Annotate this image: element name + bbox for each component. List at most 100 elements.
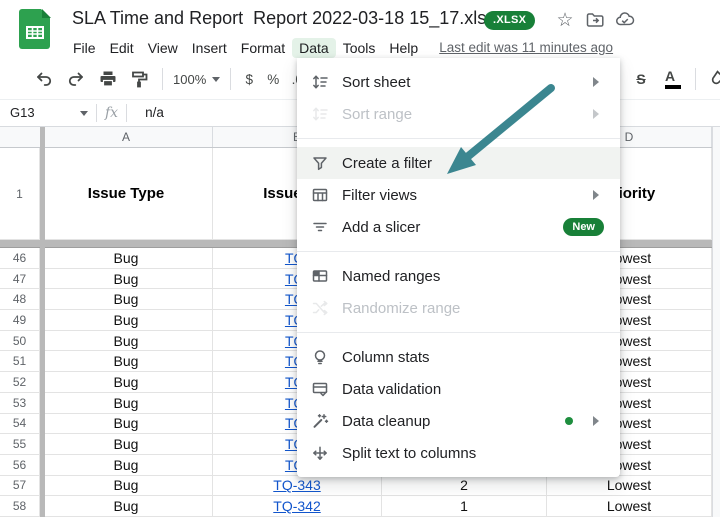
select-all-corner[interactable] [0, 127, 40, 147]
menubar-item-file[interactable]: File [66, 38, 103, 58]
menu-item-filter-views[interactable]: Filter views [297, 179, 620, 211]
sheets-logo-icon[interactable] [18, 8, 51, 55]
cloud-saved-icon[interactable] [614, 9, 636, 31]
toolbar-divider [695, 68, 696, 90]
cell[interactable]: Bug [40, 310, 213, 330]
row-number[interactable]: 56 [0, 455, 40, 475]
menu-item-create-a-filter[interactable]: Create a filter [297, 147, 620, 179]
cell[interactable]: Bug [40, 496, 213, 516]
row-number[interactable]: 46 [0, 248, 40, 268]
move-folder-icon[interactable] [584, 9, 606, 31]
cell[interactable]: Bug [40, 289, 213, 309]
row-number[interactable]: 50 [0, 331, 40, 351]
cell[interactable]: Issue Type [40, 148, 213, 239]
filter-icon [311, 154, 329, 172]
shuffle-icon [311, 299, 329, 317]
cell[interactable]: TQ-343 [213, 476, 382, 496]
menu-item-label: Sort range [342, 106, 585, 123]
row-number[interactable]: 47 [0, 269, 40, 289]
table-row: 58Bug TQ-342 1Lowest [0, 496, 712, 517]
hidden-columns-bar [40, 127, 45, 517]
menubar-item-help[interactable]: Help [382, 38, 425, 58]
cell[interactable]: Bug [40, 248, 213, 268]
column-header-a[interactable]: A [40, 127, 213, 147]
last-edit-link[interactable]: Last edit was 11 minutes ago [439, 40, 613, 55]
fill-color-icon[interactable] [705, 66, 720, 92]
cell[interactable]: Lowest [547, 476, 712, 496]
issue-key-link[interactable]: TQ-343 [273, 477, 320, 493]
row-number[interactable]: 48 [0, 289, 40, 309]
cell[interactable]: Bug [40, 393, 213, 413]
menu-item-sort-range[interactable]: Sort range [297, 98, 620, 130]
toolbar-divider [230, 68, 231, 90]
cell[interactable]: Bug [40, 476, 213, 496]
zoom-value: 100% [173, 72, 206, 87]
menu-item-data-cleanup[interactable]: Data cleanup [297, 405, 620, 437]
green-dot-indicator [565, 417, 573, 425]
chevron-down-icon [80, 111, 88, 120]
menubar-item-tools[interactable]: Tools [336, 38, 383, 58]
cell[interactable]: Bug [40, 269, 213, 289]
cell[interactable]: Lowest [547, 496, 712, 516]
cell[interactable]: Bug [40, 351, 213, 371]
row-number[interactable]: 54 [0, 414, 40, 434]
menu-item-label: Filter views [342, 187, 585, 204]
menu-item-label: Column stats [342, 349, 604, 366]
menu-item-data-validation[interactable]: Data validation [297, 373, 620, 405]
row-number[interactable]: 51 [0, 351, 40, 371]
submenu-arrow-icon [593, 77, 604, 87]
row-number[interactable]: 55 [0, 434, 40, 454]
cell[interactable]: TQ-342 [213, 496, 382, 516]
split-columns-icon [311, 444, 329, 462]
cell[interactable]: Bug [40, 414, 213, 434]
cell[interactable]: Bug [40, 331, 213, 351]
cell[interactable]: 2 [382, 476, 547, 496]
paint-format-icon[interactable] [127, 66, 153, 92]
star-icon[interactable]: ☆ [554, 9, 576, 31]
percent-format-button[interactable]: % [261, 72, 285, 87]
vertical-scrollbar[interactable] [712, 127, 720, 517]
cell[interactable]: Bug [40, 372, 213, 392]
cell[interactable]: Bug [40, 455, 213, 475]
cell[interactable]: 1 [382, 496, 547, 516]
sort-range-icon [311, 105, 329, 123]
row-number[interactable]: 57 [0, 476, 40, 496]
undo-icon[interactable] [31, 66, 57, 92]
strikethrough-button[interactable]: S [628, 66, 654, 92]
menubar-item-edit[interactable]: Edit [103, 38, 141, 58]
menu-item-sort-sheet[interactable]: Sort sheet [297, 66, 620, 98]
issue-key-link[interactable]: TQ-342 [273, 498, 320, 514]
submenu-arrow-icon [593, 109, 604, 119]
currency-format-button[interactable]: $ [237, 72, 261, 87]
menu-item-split-text-to-columns[interactable]: Split text to columns [297, 437, 620, 469]
menu-item-randomize-range[interactable]: Randomize range [297, 292, 620, 324]
menu-item-column-stats[interactable]: Column stats [297, 341, 620, 373]
row-number[interactable]: 1 [0, 148, 40, 239]
name-box[interactable]: G13 [0, 105, 88, 120]
menu-item-label: Sort sheet [342, 74, 585, 91]
filter-views-icon [311, 186, 329, 204]
text-color-button[interactable]: A [660, 66, 686, 92]
menubar-item-data[interactable]: Data [292, 38, 336, 58]
row-number[interactable]: 53 [0, 393, 40, 413]
magic-wand-icon [311, 412, 329, 430]
menu-item-label: Data validation [342, 381, 604, 398]
row-number[interactable]: 52 [0, 372, 40, 392]
data-menu-dropdown: Sort sheet Sort range Create a filter Filte… [297, 58, 620, 477]
menubar-items: FileEditViewInsertFormatDataToolsHelp Las… [66, 36, 613, 59]
redo-icon[interactable] [63, 66, 89, 92]
name-box-value: G13 [10, 105, 35, 120]
row-number[interactable]: 49 [0, 310, 40, 330]
zoom-select[interactable]: 100% [173, 72, 220, 87]
menubar-item-insert[interactable]: Insert [185, 38, 234, 58]
cell[interactable]: Bug [40, 434, 213, 454]
row-number[interactable]: 58 [0, 496, 40, 516]
document-title[interactable]: SLA Time and Report Report 2022-03-18 15… [72, 8, 495, 29]
menubar-item-format[interactable]: Format [234, 38, 292, 58]
formula-input[interactable]: n/a [145, 105, 164, 120]
titlebar: SLA Time and Report Report 2022-03-18 15… [0, 0, 720, 36]
menu-item-named-ranges[interactable]: Named ranges [297, 260, 620, 292]
menu-item-add-a-slicer[interactable]: Add a slicerNew [297, 211, 620, 243]
menubar-item-view[interactable]: View [141, 38, 185, 58]
print-icon[interactable] [95, 66, 121, 92]
